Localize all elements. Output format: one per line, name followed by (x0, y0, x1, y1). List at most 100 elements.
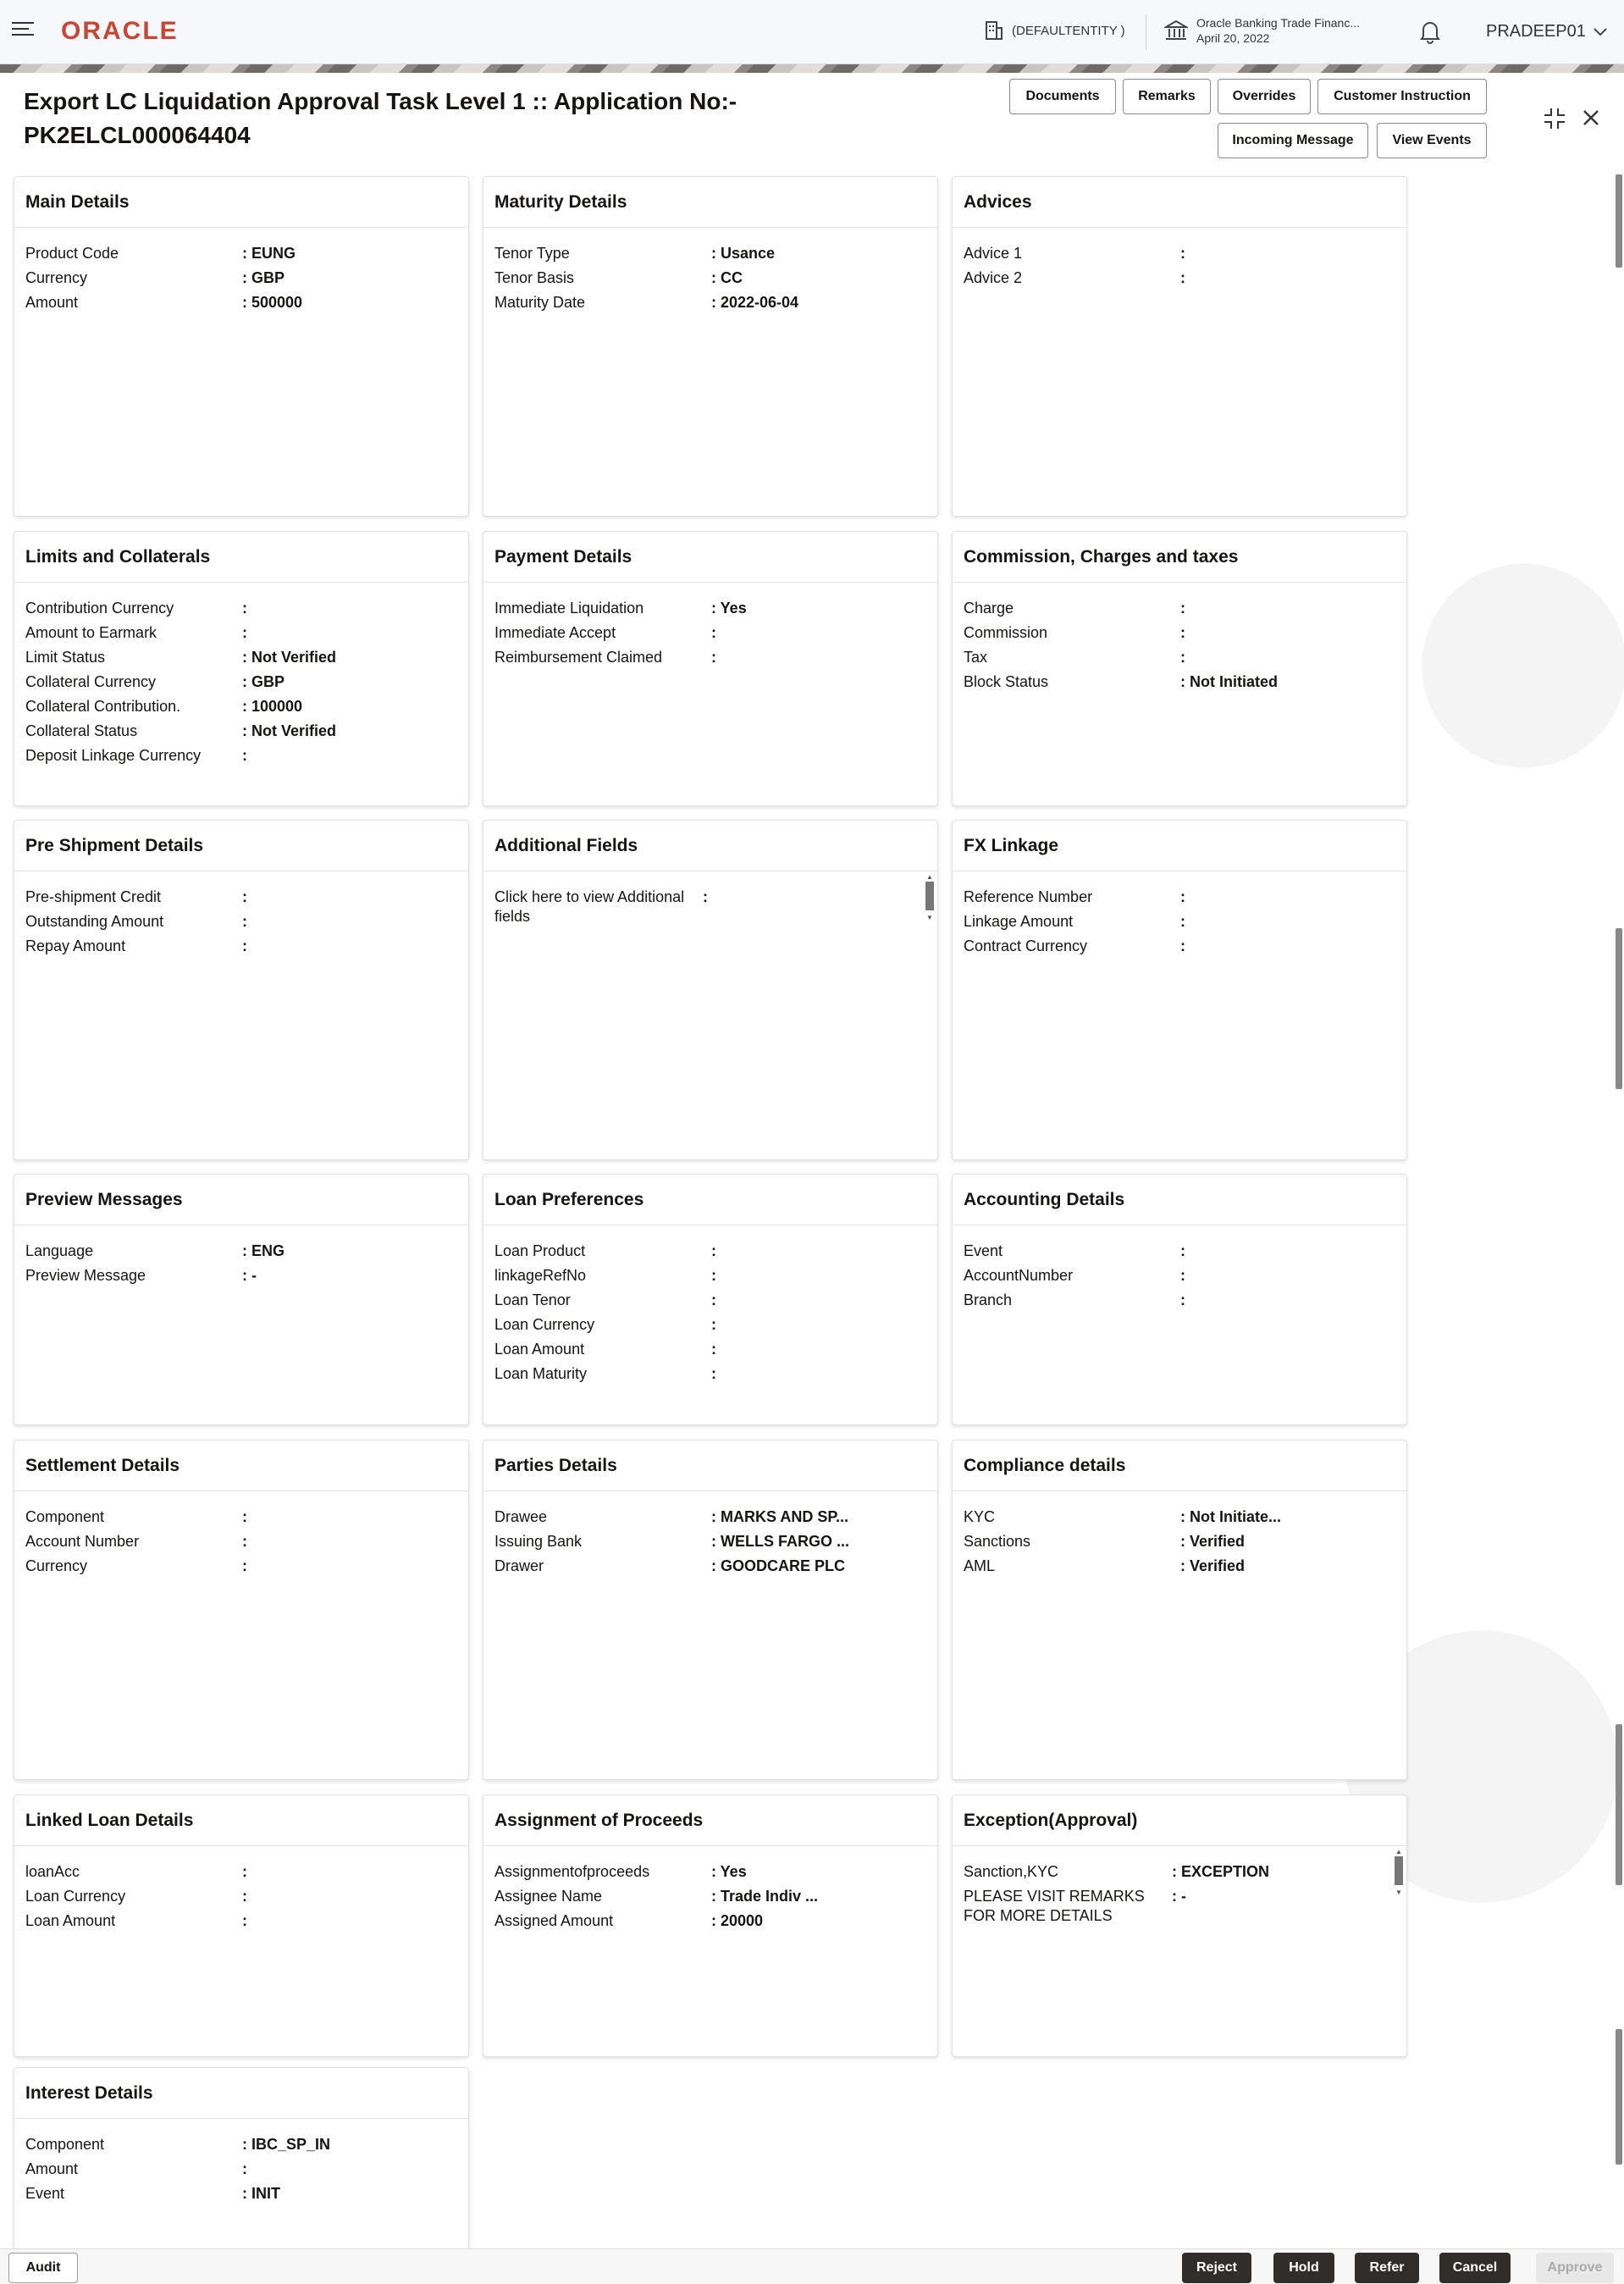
scroll-thumb[interactable] (925, 882, 934, 910)
scroll-up-icon[interactable]: ▲ (1395, 1848, 1402, 1855)
main-content: Export LC Liquidation Approval Task Leve… (0, 73, 1624, 2284)
card-title: Limits and Collaterals (14, 532, 468, 583)
field-label: Event (25, 2185, 65, 2202)
parties-details-card: Parties Details Drawee: MARKS AND SP... … (483, 1440, 938, 1780)
field-value: : (711, 624, 716, 641)
field-row: Amount: (25, 2157, 457, 2182)
scroll-thumb[interactable] (1395, 1856, 1403, 1885)
field-label: Account Number (25, 1533, 140, 1550)
field-value: : (711, 1291, 716, 1308)
scroll-down-icon[interactable]: ▼ (926, 914, 933, 921)
field-row: AML: Verified (964, 1554, 1395, 1579)
field-value: : EUNG (242, 245, 296, 262)
reject-button[interactable]: Reject (1182, 2253, 1251, 2283)
page-title: Export LC Liquidation Approval Task Leve… (24, 85, 786, 152)
field-row: Drawer: GOODCARE PLC (494, 1554, 926, 1579)
card-title: Payment Details (483, 532, 937, 583)
card-title: Advices (953, 177, 1406, 228)
field-value: : Not Initiate... (1180, 1508, 1281, 1525)
field-value: : IBC_SP_IN (242, 2136, 331, 2153)
audit-button[interactable]: Audit (8, 2253, 78, 2283)
field-label: Pre-shipment Credit (25, 888, 162, 905)
field-label: Drawee (494, 1508, 548, 1525)
field-label: Loan Product (494, 1242, 586, 1259)
field-value: : GBP (242, 269, 285, 286)
field-label: Immediate Accept (494, 624, 616, 641)
card-title: Accounting Details (953, 1175, 1406, 1225)
customer-instruction-button[interactable]: Customer Instruction (1317, 79, 1487, 114)
field-label: Maturity Date (494, 294, 586, 311)
view-events-button[interactable]: View Events (1377, 123, 1487, 158)
field-label: linkageRefNo (494, 1267, 587, 1284)
field-label: Branch (964, 1291, 1013, 1308)
scroll-up-icon[interactable]: ▲ (926, 873, 933, 881)
field-label: Tenor Basis (494, 269, 575, 286)
bank-selector[interactable]: Oracle Banking Trade Financ... April 20,… (1164, 15, 1360, 46)
field-row: Reimbursement Claimed: (494, 645, 926, 670)
page-title-line1: Export LC Liquidation Approval Task Leve… (24, 88, 737, 114)
user-menu[interactable]: PRADEEP01 (1486, 22, 1608, 41)
field-value: : (711, 1242, 716, 1259)
field-row: Issuing Bank: WELLS FARGO ... (494, 1529, 926, 1554)
overrides-button[interactable]: Overrides (1218, 79, 1311, 114)
exception-remarks-line1: PLEASE VISIT REMARKS (964, 1888, 1145, 1905)
field-label: Repay Amount (25, 937, 126, 954)
interest-details-card: Interest Details Component: IBC_SP_IN Am… (14, 2067, 469, 2270)
field-value: : 500000 (242, 294, 303, 311)
remarks-button[interactable]: Remarks (1123, 79, 1211, 114)
notification-bell-icon[interactable] (1419, 19, 1441, 48)
scroll-thumb[interactable] (1616, 1724, 1622, 1885)
field-row: Repay Amount: (25, 934, 457, 959)
scroll-thumb[interactable] (1616, 928, 1622, 1089)
field-label: Amount (25, 2160, 79, 2177)
documents-button[interactable]: Documents (1009, 79, 1116, 114)
additional-fields-link[interactable]: Click here to view Additional fields : (494, 885, 926, 926)
field-label: Language (25, 1242, 94, 1259)
approve-button[interactable]: Approve (1536, 2253, 1614, 2283)
scroll-thumb[interactable] (1616, 174, 1622, 268)
field-label: Limit Status (25, 649, 106, 666)
field-row: Component: IBC_SP_IN (25, 2132, 457, 2157)
commission-charges-card: Commission, Charges and taxes Charge: Co… (952, 531, 1407, 806)
card-scrollbar[interactable]: ▲ ▼ (1395, 1848, 1403, 1899)
field-row: Loan Currency: (25, 1884, 457, 1909)
scroll-thumb[interactable] (1616, 2029, 1622, 2165)
field-label: Commission (964, 624, 1048, 641)
field-label: Product Code (25, 245, 119, 262)
field-value: : (242, 2160, 247, 2177)
minimize-icon[interactable] (1543, 107, 1566, 135)
cancel-button[interactable]: Cancel (1439, 2253, 1511, 2283)
field-row: Contract Currency: (964, 934, 1395, 959)
linked-loan-details-card: Linked Loan Details loanAcc: Loan Curren… (14, 1795, 469, 2057)
close-icon[interactable] (1582, 108, 1600, 131)
field-value: : MARKS AND SP... (711, 1508, 849, 1525)
field-row: Loan Amount: (494, 1337, 926, 1362)
field-row: Component: (25, 1505, 457, 1529)
assignment-of-proceeds-card: Assignment of Proceeds Assignmentofproce… (483, 1795, 938, 2057)
scroll-down-icon[interactable]: ▼ (1395, 1889, 1402, 1896)
field-row: Block Status: Not Initiated (964, 670, 1395, 694)
field-label: Assignee Name (494, 1888, 603, 1905)
field-row: loanAcc: (25, 1860, 457, 1884)
field-value: : Yes (711, 600, 747, 617)
accounting-details-card: Accounting Details Event: AccountNumber:… (952, 1174, 1407, 1425)
page-scrollbar[interactable] (1614, 73, 1624, 2249)
decorative-banner (0, 64, 1624, 73)
field-row: Linkage Amount: (964, 910, 1395, 934)
field-row: Assignmentofproceeds: Yes (494, 1860, 926, 1884)
limits-collaterals-card: Limits and Collaterals Contribution Curr… (14, 531, 469, 806)
refer-button[interactable]: Refer (1355, 2253, 1419, 2283)
exception-remarks-line2: FOR MORE DETAILS (964, 1907, 1113, 1924)
card-scrollbar[interactable]: ▲ ▼ (925, 873, 934, 924)
entity-selector[interactable]: (DEFAULTENTITY ) (985, 20, 1125, 41)
card-title: Commission, Charges and taxes (953, 532, 1406, 583)
menu-icon[interactable] (12, 22, 34, 39)
field-value: : Yes (711, 1863, 747, 1880)
main-details-card: Main Details Product Code: EUNG Currency… (14, 176, 469, 517)
card-title: Compliance details (953, 1441, 1406, 1491)
card-title: Settlement Details (14, 1441, 468, 1491)
incoming-message-button[interactable]: Incoming Message (1218, 123, 1368, 158)
hold-button[interactable]: Hold (1273, 2253, 1334, 2283)
maturity-details-card: Maturity Details Tenor Type: Usance Teno… (483, 176, 938, 517)
field-row: Currency: GBP (25, 266, 457, 290)
